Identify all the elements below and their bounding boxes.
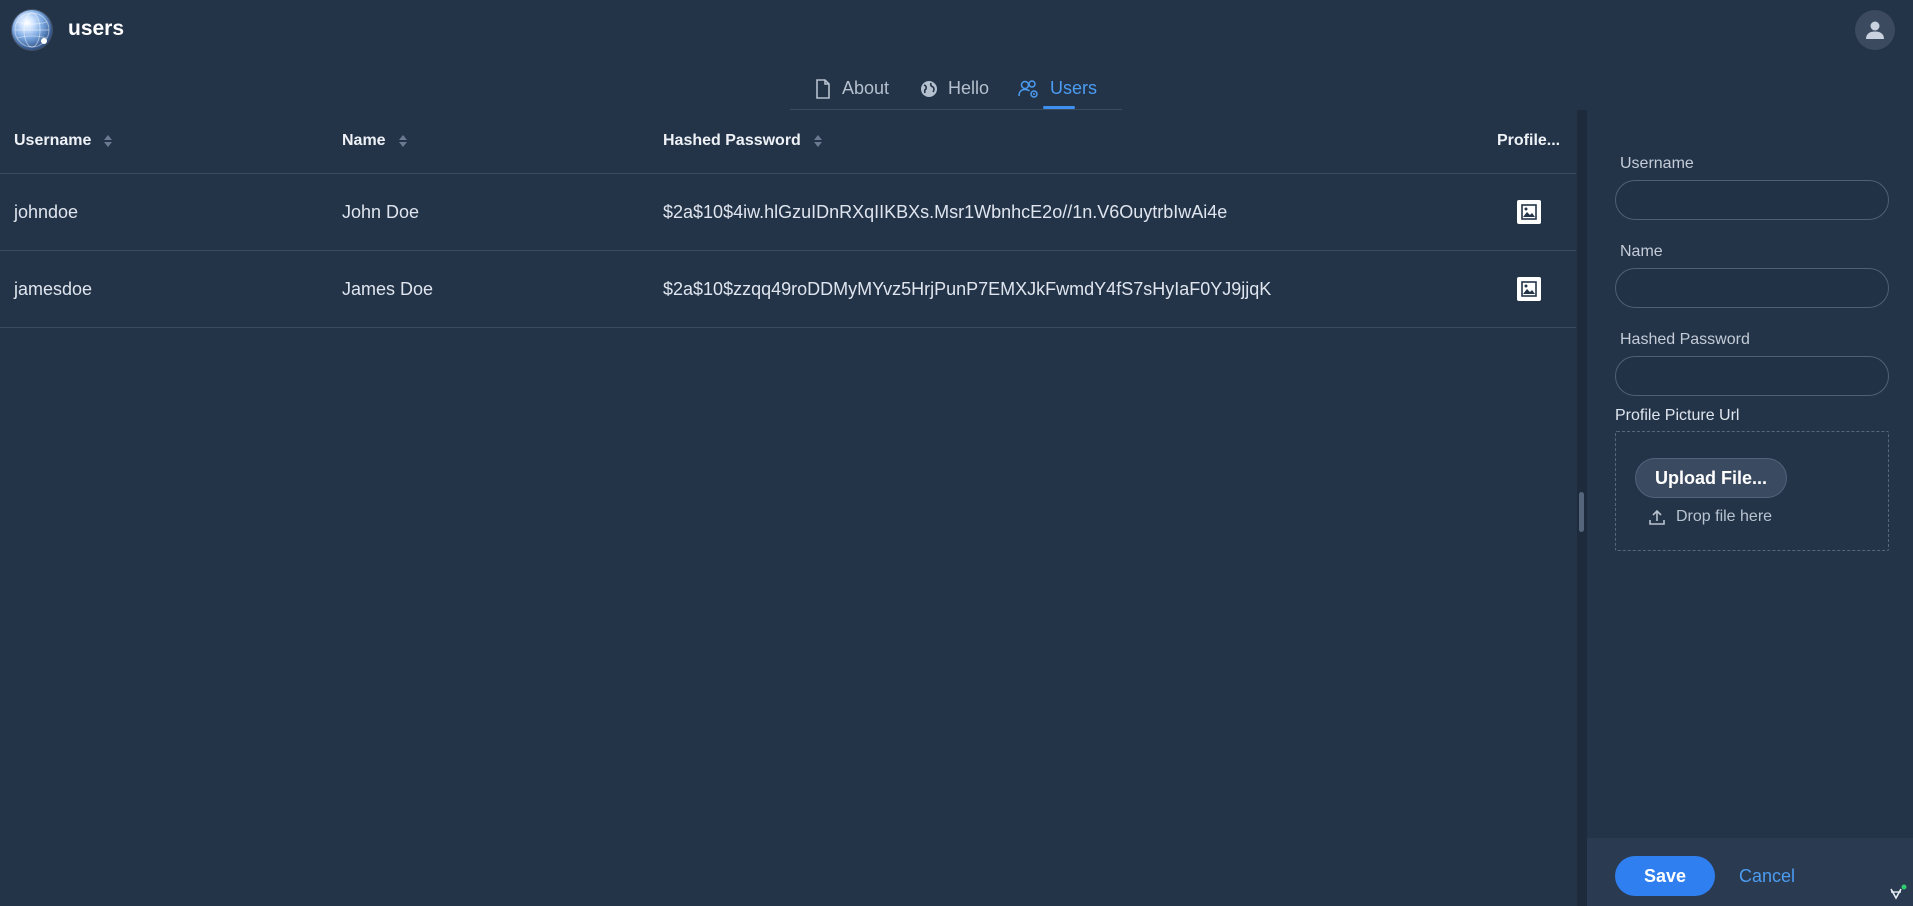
cell-hashed-password: $2a$10$zzqq49roDDMyMYvz5HrjPunP7EMXJkFwm…: [663, 279, 1272, 299]
grid-header: Username Name Hashed Password Profile...: [0, 110, 1576, 174]
users-grid: Username Name Hashed Password Profile...…: [0, 110, 1576, 906]
dev-tools-icon[interactable]: [1888, 884, 1908, 902]
cell-username: jamesdoe: [14, 279, 93, 299]
globe-logo-icon: [12, 10, 52, 50]
active-tab-indicator: [1043, 106, 1075, 109]
username-label: Username: [1620, 155, 1694, 172]
table-row[interactable]: johndoe John Doe $2a$10$4iw.hlGzuIDnRXqI…: [0, 174, 1576, 251]
hashed-password-label: Hashed Password: [1620, 331, 1750, 348]
hashed-password-input[interactable]: [1615, 356, 1889, 396]
app-title: users: [68, 17, 125, 40]
column-header-name[interactable]: Name: [342, 132, 408, 150]
save-button[interactable]: Save: [1615, 856, 1715, 896]
column-header-profile-label: Profile...: [1497, 132, 1561, 149]
drop-hint-label: Drop file here: [1676, 508, 1773, 525]
globe-icon: [921, 80, 937, 97]
username-input[interactable]: [1615, 180, 1889, 220]
column-header-username-label: Username: [14, 132, 92, 149]
user-avatar-icon[interactable]: [1855, 10, 1895, 50]
drop-hint: Drop file here: [1648, 508, 1772, 526]
tab-about-label: About: [842, 78, 890, 98]
document-icon: [816, 78, 830, 99]
image-icon[interactable]: [1517, 277, 1541, 301]
cell-username: johndoe: [14, 202, 79, 222]
tab-hello-label: Hello: [948, 78, 990, 98]
sort-icon[interactable]: [813, 133, 823, 149]
tab-bar: About Hello Users: [790, 68, 1122, 110]
cell-name: James Doe: [342, 279, 434, 299]
sort-icon[interactable]: [398, 133, 408, 149]
profile-picture-label: Profile Picture Url: [1615, 407, 1740, 424]
upload-file-button[interactable]: Upload File...: [1635, 458, 1787, 498]
name-input[interactable]: [1615, 268, 1889, 308]
upload-icon: [1649, 509, 1665, 525]
users-gear-icon: [1018, 79, 1038, 98]
column-header-hashed-password[interactable]: Hashed Password: [663, 132, 823, 150]
name-label: Name: [1620, 243, 1663, 260]
column-header-hashed-password-label: Hashed Password: [663, 132, 801, 149]
edit-form-panel: Username Name Hashed Password Profile Pi…: [1587, 110, 1913, 906]
image-icon[interactable]: [1517, 200, 1541, 224]
table-row[interactable]: jamesdoe James Doe $2a$10$zzqq49roDDMyMY…: [0, 251, 1576, 328]
column-header-username[interactable]: Username: [14, 132, 113, 150]
column-header-name-label: Name: [342, 132, 386, 149]
tab-users-label: Users: [1050, 78, 1098, 98]
column-header-profile[interactable]: Profile...: [1497, 132, 1560, 150]
cell-hashed-password: $2a$10$4iw.hlGzuIDnRXqIIKBXs.Msr1WbnhcE2…: [663, 202, 1228, 222]
cancel-button[interactable]: Cancel: [1739, 856, 1795, 896]
tab-about[interactable]: About: [814, 68, 889, 109]
app-header: users: [0, 0, 1913, 62]
tab-users[interactable]: Users: [1018, 68, 1097, 109]
tab-hello[interactable]: Hello: [920, 68, 989, 109]
cell-name: John Doe: [342, 202, 420, 222]
splitter-handle[interactable]: [1579, 492, 1584, 532]
file-drop-zone[interactable]: Upload File... Drop file here: [1615, 431, 1889, 551]
panel-splitter[interactable]: [1577, 110, 1587, 906]
form-footer: Save Cancel: [1587, 838, 1913, 906]
sort-icon[interactable]: [103, 133, 113, 149]
